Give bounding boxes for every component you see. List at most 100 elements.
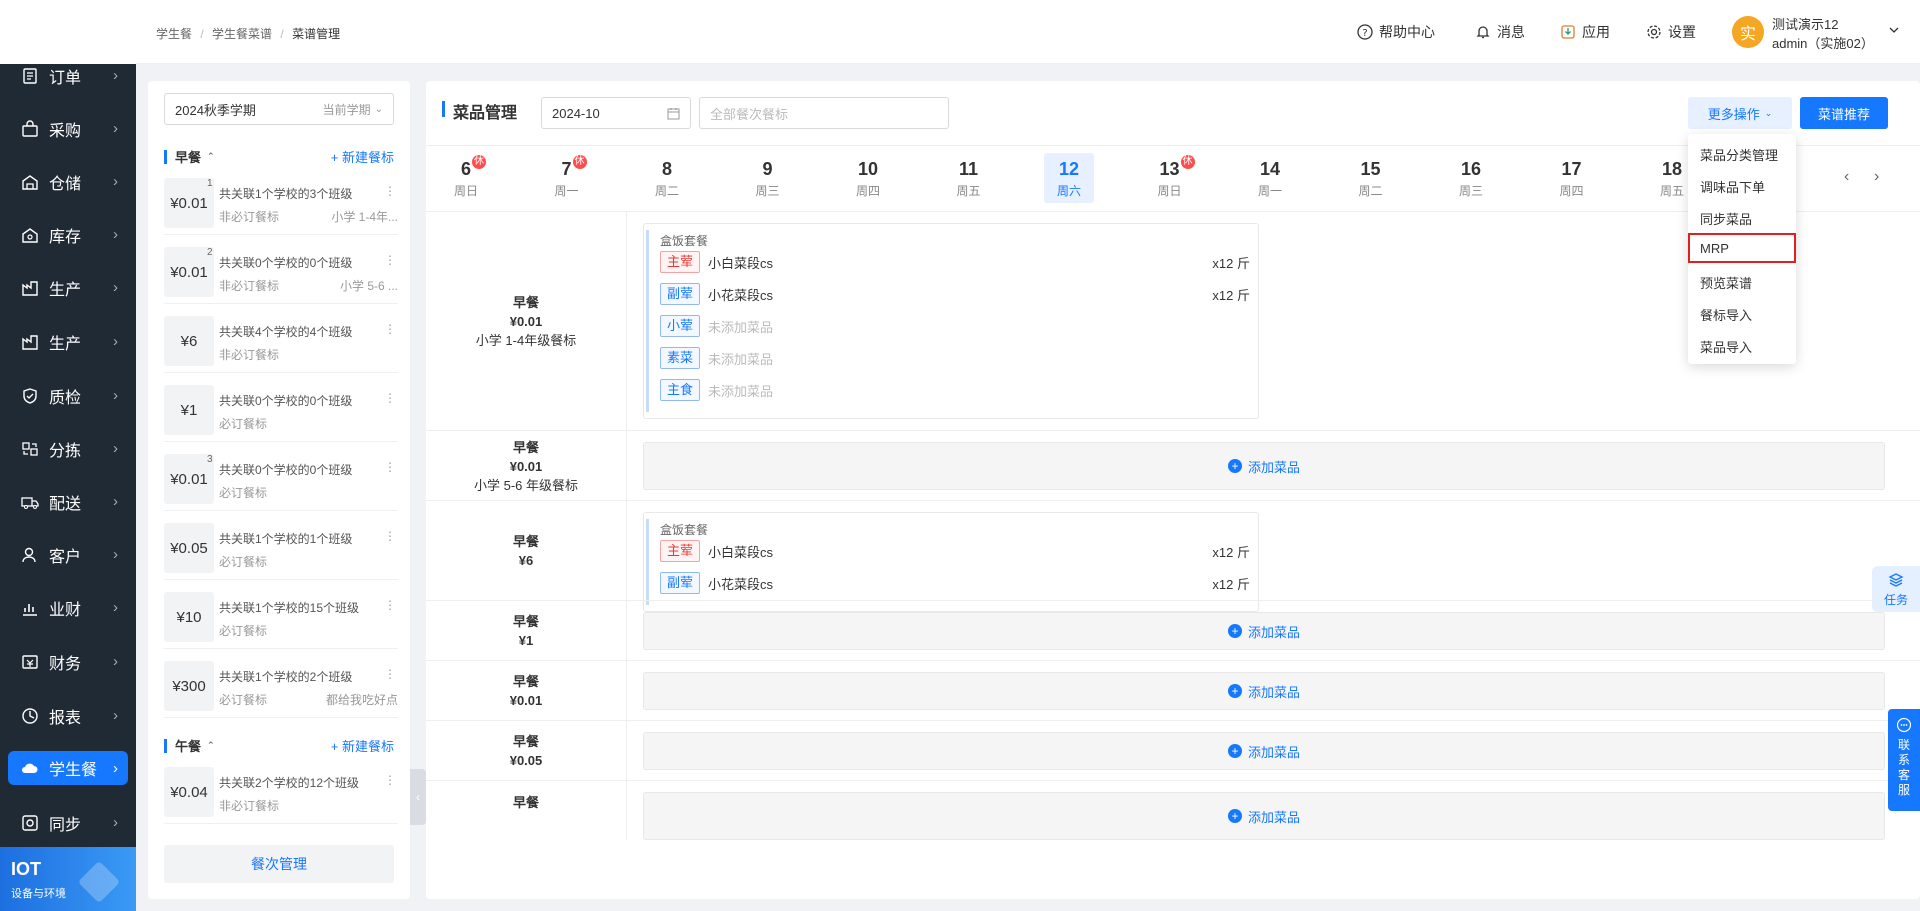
more-vertical-icon[interactable]: ⋮: [384, 773, 396, 787]
dish-line[interactable]: 素菜 未添加菜品: [660, 346, 1250, 370]
meal-management-button[interactable]: 餐次管理: [164, 845, 394, 883]
calendar-day[interactable]: 16 周三: [1441, 159, 1501, 199]
calendar-day[interactable]: 7 周一 休: [537, 155, 597, 199]
meal-standard-item[interactable]: ¥0.01 1 共关联1个学校的3个班级 非必订餐标 小学 1-4年... ⋮: [164, 178, 398, 235]
nav-item-label: 配送: [49, 495, 82, 513]
dish-line[interactable]: 副荤 小花菜段cs x12 斤: [660, 571, 1250, 595]
dish-line[interactable]: 主食 未添加菜品: [660, 378, 1250, 402]
new-lunch-standard-button[interactable]: + 新建餐标: [331, 736, 394, 755]
item-index: 1: [207, 178, 213, 189]
more-vertical-icon[interactable]: ⋮: [384, 391, 396, 405]
dropdown-item[interactable]: 同步菜品: [1700, 209, 1752, 228]
add-dish-label: 添加菜品: [1247, 459, 1300, 475]
add-dish-button[interactable]: + 添加菜品: [643, 612, 1885, 650]
breakfast-section-header[interactable]: 早餐 ⌃: [164, 147, 215, 166]
nav-item-1[interactable]: 订单 ›: [0, 49, 136, 102]
task-float-button[interactable]: 任务: [1872, 566, 1920, 612]
recipe-recommend-button[interactable]: 菜谱推荐: [1800, 97, 1888, 129]
calendar-day[interactable]: 11 周五: [939, 159, 999, 199]
more-vertical-icon[interactable]: ⋮: [384, 322, 396, 336]
dish-line[interactable]: 主荤 小白菜段cs x12 斤: [660, 539, 1250, 563]
dropdown-item[interactable]: 调味品下单: [1700, 177, 1765, 196]
calendar-day[interactable]: 8 周二: [637, 159, 697, 199]
calendar-day[interactable]: 13 周日休: [1140, 155, 1200, 199]
dropdown-item[interactable]: 菜品分类管理: [1700, 145, 1778, 164]
breadcrumb-item[interactable]: 学生餐菜谱: [212, 27, 272, 41]
calendar-day[interactable]: 6 周日 休: [436, 155, 496, 199]
order-type-text: 非必订餐标: [219, 210, 280, 224]
meal-standard-item[interactable]: ¥0.04 共关联2个学校的12个班级 非必订餐标 ⋮: [164, 767, 398, 824]
nav-item-4[interactable]: 库存 ›: [0, 208, 136, 261]
nav-item-6[interactable]: 生产 ›: [0, 315, 136, 368]
nav-item-9[interactable]: 配送 ›: [0, 475, 136, 528]
meal-standard-item[interactable]: ¥1 共关联0个学校的0个班级 必订餐标 ⋮: [164, 385, 398, 442]
nav-item-10[interactable]: 客户 ›: [0, 528, 136, 581]
calendar-day[interactable]: 10 周四: [838, 159, 898, 199]
more-vertical-icon[interactable]: ⋮: [384, 460, 396, 474]
meal-standard-item[interactable]: ¥10 共关联1个学校的15个班级 必订餐标 ⋮: [164, 592, 398, 649]
semester-select[interactable]: 2024秋季学期 当前学期 ⌄: [164, 93, 394, 125]
nav-item-3[interactable]: 仓储 ›: [0, 155, 136, 208]
chevron-down-icon[interactable]: [1888, 24, 1900, 39]
more-vertical-icon[interactable]: ⋮: [384, 667, 396, 681]
breadcrumb-item[interactable]: 学生餐: [156, 27, 192, 41]
lunch-section-header[interactable]: 午餐 ⌃: [164, 736, 215, 755]
apps-button[interactable]: 应用: [1560, 22, 1610, 42]
dropdown-item[interactable]: 菜品导入: [1700, 337, 1752, 356]
settings-button[interactable]: 设置: [1646, 22, 1696, 42]
user-name[interactable]: 测试演示12: [1772, 14, 1838, 33]
nav-item-14[interactable]: 学生餐 ›: [8, 751, 128, 785]
calendar-day[interactable]: 15 周二: [1341, 159, 1401, 199]
more-operations-button[interactable]: 更多操作 ⌄: [1688, 97, 1792, 129]
new-breakfast-standard-button[interactable]: + 新建餐标: [331, 147, 394, 166]
dropdown-item[interactable]: 餐标导入: [1700, 305, 1752, 324]
nav-item-11[interactable]: 业财 ›: [0, 581, 136, 634]
chevron-right-icon[interactable]: ›: [1874, 168, 1879, 186]
nav-item-13[interactable]: 报表 ›: [0, 689, 136, 742]
meal-row: 早餐 ¥1 + 添加菜品: [426, 600, 1920, 660]
collapse-panel-handle[interactable]: ‹: [410, 769, 426, 825]
add-dish-button[interactable]: + 添加菜品: [643, 672, 1885, 710]
dish-line[interactable]: 小荤 未添加菜品: [660, 314, 1250, 338]
meal-standard-item[interactable]: ¥0.01 3 共关联0个学校的0个班级 必订餐标 ⋮: [164, 454, 398, 511]
meal-standard-item[interactable]: ¥300 共关联1个学校的2个班级 必订餐标 都给我吃好点 ⋮: [164, 661, 398, 718]
nav-item-5[interactable]: 生产 ›: [0, 261, 136, 314]
more-vertical-icon[interactable]: ⋮: [384, 598, 396, 612]
meal-standard-item[interactable]: ¥0.01 2 共关联0个学校的0个班级 非必订餐标 小学 5-6 ... ⋮: [164, 247, 398, 304]
nav-item-7[interactable]: 质检 ›: [0, 369, 136, 422]
meal-filter-select[interactable]: 全部餐次餐标: [699, 97, 949, 129]
add-dish-button[interactable]: + 添加菜品: [643, 442, 1885, 490]
calendar-day[interactable]: 12 周六: [1044, 153, 1094, 203]
calendar-day[interactable]: 14 周一: [1240, 159, 1300, 199]
meal-set-card[interactable]: 盒饭套餐 主荤 小白菜段cs x12 斤副荤 小花菜段cs x12 斤: [643, 512, 1259, 612]
more-vertical-icon[interactable]: ⋮: [384, 529, 396, 543]
meal-set-card[interactable]: 盒饭套餐 主荤 小白菜段cs x12 斤副荤 小花菜段cs x12 斤小荤 未添加菜品 素菜未…: [643, 223, 1259, 419]
meal-standard-item[interactable]: ¥0.05 共关联1个学校的1个班级 必订餐标 ⋮: [164, 523, 398, 580]
more-vertical-icon[interactable]: ⋮: [384, 184, 396, 198]
association-text: 共关联1个学校的3个班级: [219, 187, 353, 201]
iot-banner[interactable]: IOT 设备与环境: [0, 847, 136, 911]
avatar[interactable]: 实: [1732, 16, 1764, 48]
nav-item-8[interactable]: 分拣 ›: [0, 422, 136, 475]
messages-button[interactable]: 消息: [1475, 22, 1525, 42]
section-marker: [164, 738, 167, 753]
more-vertical-icon[interactable]: ⋮: [384, 253, 396, 267]
divider: [626, 781, 627, 840]
dish-line[interactable]: 主荤 小白菜段cs x12 斤: [660, 250, 1250, 274]
dish-line[interactable]: 副荤 小花菜段cs x12 斤: [660, 282, 1250, 306]
customer-service-button[interactable]: 联系客服: [1888, 709, 1920, 811]
month-picker[interactable]: 2024-10: [541, 97, 691, 129]
nav-item-15[interactable]: 同步 ›: [0, 796, 136, 849]
nav-item-2[interactable]: 采购 ›: [0, 102, 136, 155]
calendar-day[interactable]: 17 周四: [1542, 159, 1602, 199]
chevron-down-icon: ⌄: [1764, 107, 1773, 118]
add-dish-label: 添加菜品: [1247, 809, 1300, 825]
add-dish-button[interactable]: + 添加菜品: [643, 792, 1885, 840]
dropdown-item[interactable]: 预览菜谱: [1700, 273, 1752, 292]
meal-standard-item[interactable]: ¥6 共关联4个学校的4个班级 非必订餐标 ⋮: [164, 316, 398, 373]
help-center-button[interactable]: ? 帮助中心: [1357, 22, 1435, 42]
add-dish-button[interactable]: + 添加菜品: [643, 732, 1885, 770]
calendar-day[interactable]: 9 周三: [738, 159, 798, 199]
chevron-left-icon[interactable]: ‹: [1844, 168, 1849, 186]
nav-item-12[interactable]: 财务 ›: [0, 635, 136, 688]
